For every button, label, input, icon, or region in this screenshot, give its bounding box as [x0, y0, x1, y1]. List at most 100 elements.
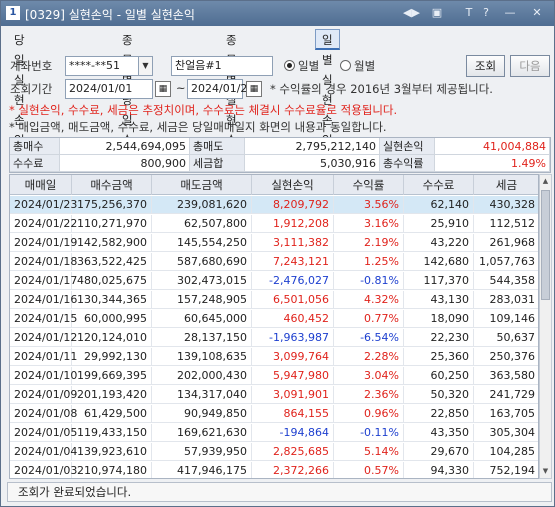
- table-cell: 57,939,950: [152, 443, 252, 461]
- col-return[interactable]: 수익률: [334, 175, 404, 195]
- table-cell: 139,923,610: [72, 443, 152, 461]
- table-cell: 104,285: [474, 443, 538, 461]
- table-cell: 50,320: [404, 386, 474, 404]
- radio-monthly[interactable]: [340, 60, 351, 71]
- table-cell: 142,680: [404, 253, 474, 271]
- table-row[interactable]: 2024/01/16 130,344,365 157,248,905 6,501,05…: [10, 291, 538, 309]
- table-cell: 18,090: [404, 310, 474, 328]
- table-cell: 2.19%: [334, 234, 404, 252]
- tab-daily-realized-pnl[interactable]: 일별실현손익: [315, 29, 340, 147]
- account-name-field: 찬얼음#1: [171, 56, 273, 76]
- account-number-value: ****-**51: [69, 59, 120, 72]
- table-cell: 109,146: [474, 310, 538, 328]
- table-cell: 60,250: [404, 367, 474, 385]
- table-cell: 25,360: [404, 348, 474, 366]
- help-icon[interactable]: ?: [480, 6, 492, 19]
- table-cell: 25,910: [404, 215, 474, 233]
- table-cell: 29,992,130: [72, 348, 152, 366]
- buy-total-value: 2,544,694,095: [60, 138, 190, 155]
- calendar-icon[interactable]: ▦: [246, 81, 262, 97]
- table-cell: 43,220: [404, 234, 474, 252]
- table-header: 매매일 매수금액 매도금액 실현손익 수익률 수수료 세금: [10, 175, 538, 195]
- scroll-thumb[interactable]: [541, 190, 550, 300]
- table-row[interactable]: 2024/01/09 201,193,420 134,317,040 3,091,90…: [10, 386, 538, 404]
- col-trade-date[interactable]: 매매일: [10, 175, 72, 195]
- vertical-scrollbar[interactable]: ▲ ▼: [539, 174, 552, 479]
- table-cell: 169,621,630: [152, 424, 252, 442]
- table-row[interactable]: 2024/01/18 363,522,425 587,680,690 7,243,12…: [10, 253, 538, 271]
- table-cell: 2024/01/11: [10, 348, 77, 366]
- table-row[interactable]: 2024/01/19 142,582,900 145,554,250 3,111,38…: [10, 234, 538, 252]
- table-cell: 50,637: [474, 329, 538, 347]
- table-cell: 201,193,420: [72, 386, 152, 404]
- return-label: 총수익률: [380, 155, 435, 172]
- table-cell: 587,680,690: [152, 253, 252, 271]
- col-tax[interactable]: 세금: [474, 175, 538, 195]
- table-cell: 430,328: [474, 196, 538, 214]
- fee-label: 수수료: [10, 155, 60, 172]
- table-cell: 2024/01/05: [10, 424, 77, 442]
- table-cell: 2024/01/04: [10, 443, 77, 461]
- table-row[interactable]: 2024/01/08 61,429,500 90,949,850 864,155 0.9…: [10, 405, 538, 423]
- tilde: ~: [176, 81, 186, 95]
- capture-icon[interactable]: ▣: [431, 6, 443, 19]
- table-row[interactable]: 2024/01/04 139,923,610 57,939,950 2,825,685…: [10, 443, 538, 461]
- table-cell: 199,669,395: [72, 367, 152, 385]
- close-icon[interactable]: ✕: [531, 6, 543, 19]
- col-sell-amount[interactable]: 매도금액: [152, 175, 252, 195]
- table-cell: 752,194: [474, 462, 538, 478]
- table-cell: 28,137,150: [152, 329, 252, 347]
- radio-daily[interactable]: [284, 60, 295, 71]
- table-cell: 241,729: [474, 386, 538, 404]
- date-to-field[interactable]: 2024/01/23: [187, 79, 254, 99]
- account-number-field[interactable]: ****-**51 ▼: [65, 56, 153, 76]
- font-size-icon[interactable]: T: [463, 6, 475, 19]
- link-icon[interactable]: ◀▶: [403, 6, 420, 19]
- tab-stock-daily-pnl[interactable]: 종목별당일손익: [115, 29, 140, 167]
- table-cell: 302,473,015: [152, 272, 252, 290]
- notice-estimate: * 실현손익, 수수료, 세금은 추정치이며, 수수료는 체결시 수수료율로 적…: [9, 103, 398, 117]
- table-row[interactable]: 2024/01/03 210,974,180 417,946,175 2,372,26…: [10, 462, 538, 478]
- table-cell: 29,670: [404, 443, 474, 461]
- table-row[interactable]: 2024/01/22 110,271,970 62,507,800 1,912,208…: [10, 215, 538, 233]
- table-cell: 2024/01/03: [10, 462, 77, 478]
- table-cell: 43,350: [404, 424, 474, 442]
- table-cell: 142,582,900: [72, 234, 152, 252]
- period-label: 조회기간: [10, 82, 53, 96]
- scroll-down-icon[interactable]: ▼: [540, 465, 551, 478]
- scroll-up-icon[interactable]: ▲: [540, 175, 551, 188]
- table-cell: 3,091,901: [252, 386, 334, 404]
- table-row[interactable]: 2024/01/23 175,256,370 239,081,620 8,209,79…: [10, 196, 538, 214]
- query-button[interactable]: 조회: [466, 55, 505, 77]
- table-cell: 134,317,040: [152, 386, 252, 404]
- daily-pnl-table[interactable]: 매매일 매수금액 매도금액 실현손익 수익률 수수료 세금 2024/01/23…: [9, 174, 539, 479]
- table-cell: 305,304: [474, 424, 538, 442]
- table-row[interactable]: 2024/01/10 199,669,395 202,000,430 5,947,98…: [10, 367, 538, 385]
- next-button[interactable]: 다음: [510, 55, 550, 77]
- tab-stock-realized-pnl[interactable]: 종목별실현손익: [219, 29, 244, 167]
- date-from-field[interactable]: 2024/01/01: [65, 79, 153, 99]
- calendar-icon[interactable]: ▦: [155, 81, 171, 97]
- tab-daily-realized-detail[interactable]: 당일실현손익상세: [7, 29, 32, 187]
- minimize-icon[interactable]: —: [504, 6, 516, 19]
- table-row[interactable]: 2024/01/05 119,433,150 169,621,630 -194,864…: [10, 424, 538, 442]
- table-cell: 110,271,970: [72, 215, 152, 233]
- table-row[interactable]: 2024/01/15 60,000,995 60,645,000 460,452 0.7…: [10, 310, 538, 328]
- col-fee[interactable]: 수수료: [404, 175, 474, 195]
- table-cell: 1.25%: [334, 253, 404, 271]
- table-row[interactable]: 2024/01/11 29,992,130 139,108,635 3,099,764…: [10, 348, 538, 366]
- table-cell: 2024/01/22: [10, 215, 77, 233]
- table-cell: 363,522,425: [72, 253, 152, 271]
- col-realized-pnl[interactable]: 실현손익: [252, 175, 334, 195]
- return-value: 1.49%: [435, 155, 550, 172]
- table-cell: 5,947,980: [252, 367, 334, 385]
- table-cell: 2024/01/15: [10, 310, 77, 328]
- chevron-down-icon[interactable]: ▼: [138, 57, 152, 75]
- col-buy-amount[interactable]: 매수금액: [72, 175, 152, 195]
- table-row[interactable]: 2024/01/17 480,025,675 302,473,015 -2,476,0…: [10, 272, 538, 290]
- table-cell: 8,209,792: [252, 196, 334, 214]
- table-cell: 2.28%: [334, 348, 404, 366]
- table-cell: 210,974,180: [72, 462, 152, 478]
- table-row[interactable]: 2024/01/12 120,124,010 28,137,150 -1,963,98…: [10, 329, 538, 347]
- table-cell: 130,344,365: [72, 291, 152, 309]
